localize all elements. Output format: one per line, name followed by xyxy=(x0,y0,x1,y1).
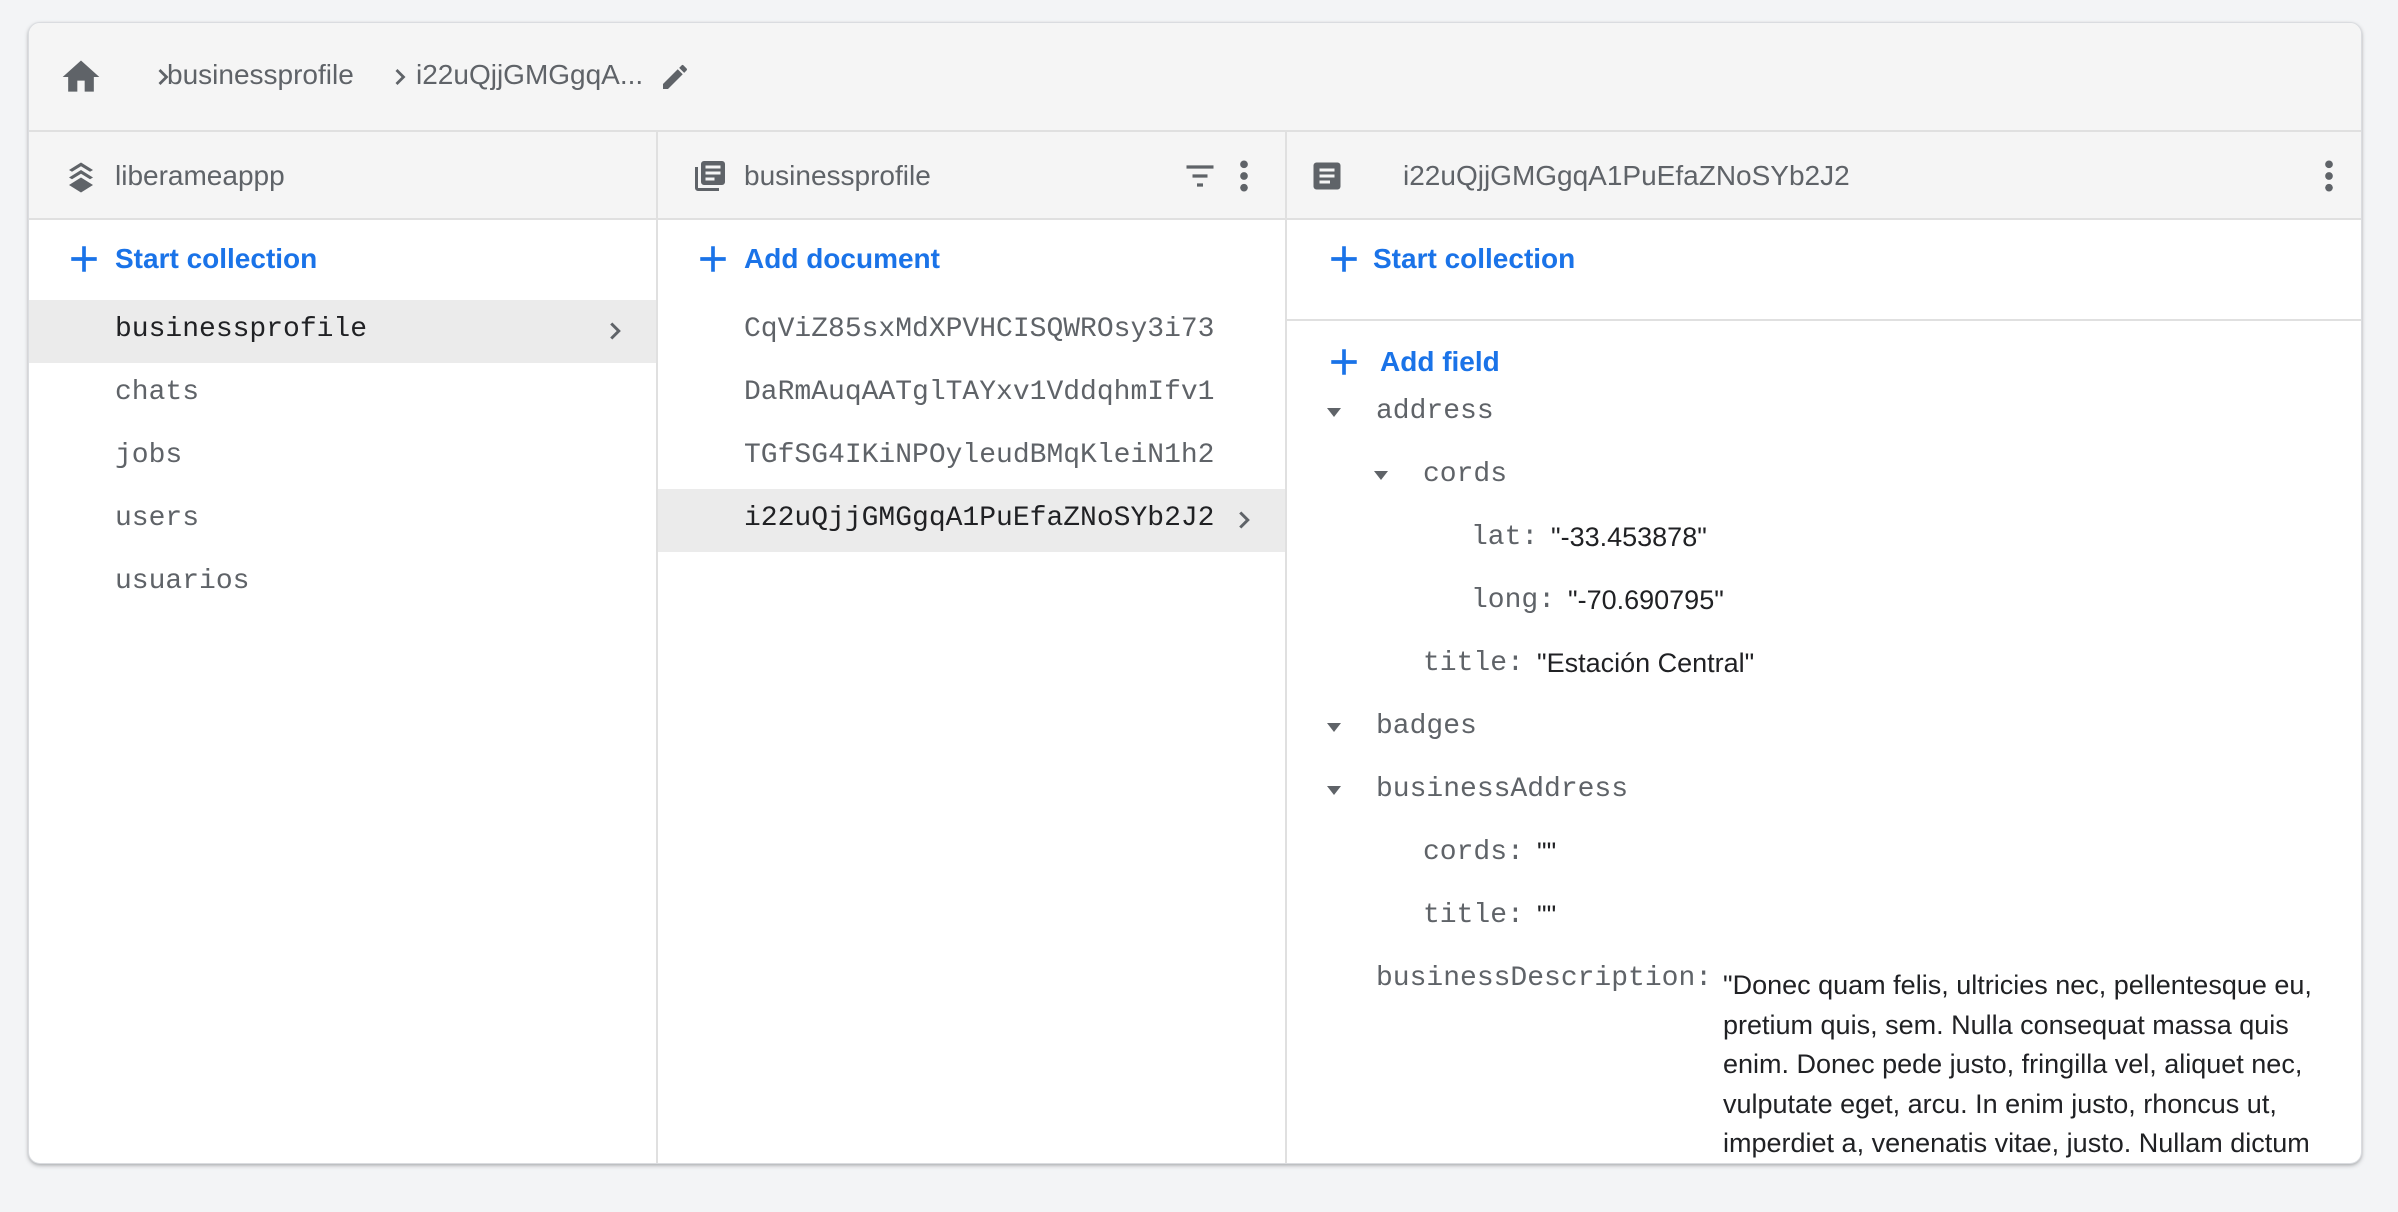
field-badges[interactable]: badges xyxy=(29,697,2361,757)
field-key: badges xyxy=(1376,711,1477,742)
field-business-address[interactable]: businessAddress xyxy=(29,760,2361,820)
field-value-description: "Donec quam felis, ultricies nec, pellen… xyxy=(1723,970,2312,1158)
field-value: "-70.690795" xyxy=(1568,585,1724,615)
field-long[interactable]: long: "-70.690795" xyxy=(29,571,2361,631)
filter-icon[interactable] xyxy=(1180,158,1220,194)
breadcrumb-item-collection[interactable]: businessprofile xyxy=(167,59,354,91)
add-document-label: Add document xyxy=(744,243,940,274)
document-icon xyxy=(1313,162,1341,190)
document-item-label: CqViZ85sxMdXPVHCISQWROsy3i73 xyxy=(744,314,1215,345)
document-item[interactable]: CqViZ85sxMdXPVHCISQWROsy3i73 xyxy=(658,300,1285,363)
collection-panel-header: businessprofile xyxy=(658,132,1285,220)
start-collection-label: Start collection xyxy=(115,243,318,274)
field-key: cords xyxy=(1423,459,1508,490)
breadcrumb: businessprofile i22uQjjGMGgqA... xyxy=(29,23,2361,132)
collection-item-label: businessprofile xyxy=(115,314,368,345)
document-panel-title: i22uQjjGMGgqA1PuEfaZNoSYb2J2 xyxy=(1403,160,1850,191)
collection-panel-title: businessprofile xyxy=(744,160,931,191)
plus-icon xyxy=(1331,246,1357,272)
collection-item-businessprofile[interactable]: businessprofile xyxy=(29,300,656,363)
root-panel-header: liberameappp xyxy=(29,132,656,220)
edit-pencil-icon[interactable] xyxy=(659,61,691,93)
start-collection-label: Start collection xyxy=(1373,243,1576,274)
field-key: cords: xyxy=(1423,837,1524,868)
field-address[interactable]: address xyxy=(29,382,2361,442)
field-lat[interactable]: lat: "-33.453878" xyxy=(29,508,2361,568)
add-field-label: Add field xyxy=(1380,346,1500,377)
field-business-address-cords[interactable]: cords: "" xyxy=(29,823,2361,883)
field-key: title: xyxy=(1423,900,1524,931)
more-vert-icon[interactable] xyxy=(2319,156,2339,196)
expand-arrow-icon[interactable] xyxy=(1322,715,1346,739)
breadcrumb-item-document[interactable]: i22uQjjGMGgqA... xyxy=(416,59,643,91)
more-vert-icon[interactable] xyxy=(1234,156,1254,196)
field-value: "" xyxy=(1537,900,1557,930)
field-key: address xyxy=(1376,396,1494,427)
expand-arrow-icon[interactable] xyxy=(1322,778,1346,802)
field-business-address-title[interactable]: title: "" xyxy=(29,886,2361,946)
field-key: long: xyxy=(1471,585,1556,616)
start-collection-button[interactable]: Start collection xyxy=(1287,220,2361,300)
document-panel-header: i22uQjjGMGgqA1PuEfaZNoSYb2J2 xyxy=(1287,132,2361,220)
field-key: lat: xyxy=(1471,522,1539,553)
expand-arrow-icon[interactable] xyxy=(1369,463,1393,487)
plus-icon xyxy=(1331,349,1357,375)
field-key: businessAddress xyxy=(1376,774,1629,805)
add-document-button[interactable]: Add document xyxy=(658,220,1285,300)
field-value: "-33.453878" xyxy=(1551,522,1707,552)
field-title[interactable]: title: "Estación Central" xyxy=(29,634,2361,694)
firestore-stack-icon xyxy=(69,162,93,193)
field-cords[interactable]: cords xyxy=(29,445,2361,505)
home-icon[interactable] xyxy=(59,55,103,99)
collection-icon xyxy=(695,161,725,191)
root-panel-title: liberameappp xyxy=(115,160,285,191)
field-value: "Estación Central" xyxy=(1537,648,1755,678)
plus-icon xyxy=(700,246,726,272)
chevron-right-icon xyxy=(610,322,621,340)
expand-arrow-icon[interactable] xyxy=(1322,400,1346,424)
plus-icon xyxy=(71,246,97,272)
field-value: "" xyxy=(1537,837,1557,867)
field-key: title: xyxy=(1423,648,1524,679)
field-key: businessDescription: xyxy=(1376,963,1713,994)
start-collection-button[interactable]: Start collection xyxy=(29,220,656,300)
chevron-right-icon xyxy=(395,69,406,85)
firestore-data-viewer: businessprofile i22uQjjGMGgqA... liberam… xyxy=(28,22,2362,1164)
